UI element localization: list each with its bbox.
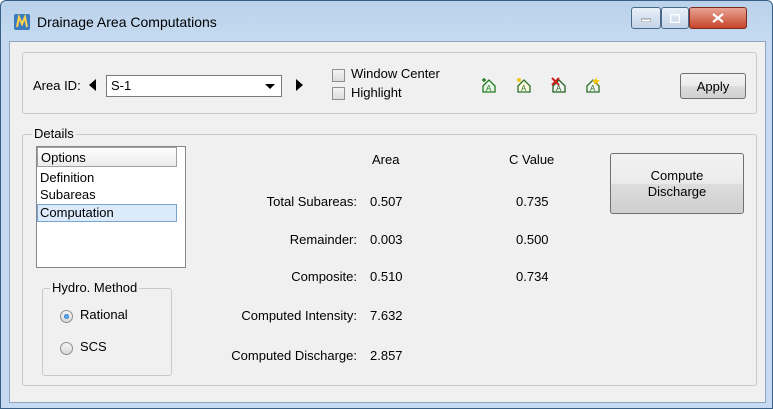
composite-c-value: 0.734 [516,269,549,284]
computed-discharge-value: 2.857 [370,348,403,363]
chevron-down-icon [265,84,275,89]
area-column-header: Area [372,152,400,167]
minimize-button[interactable] [631,7,661,29]
list-item-definition[interactable]: Definition [37,170,178,188]
area-id-label: Area ID: [33,78,81,93]
window-center-checkbox[interactable] [332,69,345,82]
delete-area-icon[interactable]: A [550,76,568,94]
computed-discharge-label: Computed Discharge: [231,348,357,363]
svg-text:A: A [556,84,562,93]
app-icon [14,13,30,30]
list-item-subareas[interactable]: Subareas [37,187,178,205]
title-bar[interactable]: Drainage Area Computations [1,1,772,41]
svg-text:A: A [521,84,527,93]
add-area-icon[interactable]: A [480,76,498,94]
options-list-header[interactable]: Options [37,147,177,167]
options-header-label: Options [41,150,86,165]
locate-area-icon[interactable]: A [584,76,602,94]
rational-radio[interactable] [60,310,73,323]
total-subareas-label: Total Subareas: [266,194,357,209]
edit-area-icon[interactable]: A [515,76,533,94]
remainder-c-value: 0.500 [516,232,549,247]
scs-radio[interactable] [60,342,73,355]
svg-text:A: A [590,84,596,93]
remainder-area: 0.003 [370,232,403,247]
hydro-method-group [42,288,172,376]
close-icon [712,13,724,23]
computed-intensity-value: 7.632 [370,308,403,323]
maximize-icon [670,13,680,23]
highlight-checkbox[interactable] [332,87,345,100]
highlight-label: Highlight [351,85,402,100]
compute-discharge-button[interactable]: Compute Discharge [610,153,744,214]
area-id-dropdown[interactable]: S-1 [106,75,282,97]
minimize-icon [641,18,651,22]
details-group-title: Details [32,126,76,141]
options-list[interactable]: Options Definition Subareas Computation [36,146,186,268]
dialog-client-area: Area ID: S-1 Window Center Highlight A A… [9,41,766,403]
total-subareas-area: 0.507 [370,194,403,209]
computed-intensity-label: Computed Intensity: [241,308,357,323]
dialog-window: Drainage Area Computations Area ID: S-1 … [0,0,773,409]
area-id-value: S-1 [111,78,132,93]
svg-text:A: A [486,84,492,93]
window-title: Drainage Area Computations [37,14,217,30]
close-button[interactable] [689,7,747,29]
window-center-label: Window Center [351,66,440,81]
list-item-computation[interactable]: Computation [37,204,177,222]
maximize-button[interactable] [661,7,689,29]
composite-label: Composite: [291,269,357,284]
next-area-arrow-icon[interactable] [296,79,303,91]
c-value-column-header: C Value [509,152,555,167]
rational-label: Rational [80,307,128,322]
previous-area-arrow-icon[interactable] [89,79,96,91]
total-subareas-c-value: 0.735 [516,194,549,209]
scs-label: SCS [80,339,107,354]
apply-button[interactable]: Apply [680,73,746,99]
remainder-label: Remainder: [289,232,357,247]
hydro-method-title: Hydro. Method [50,280,140,295]
composite-area: 0.510 [370,269,403,284]
